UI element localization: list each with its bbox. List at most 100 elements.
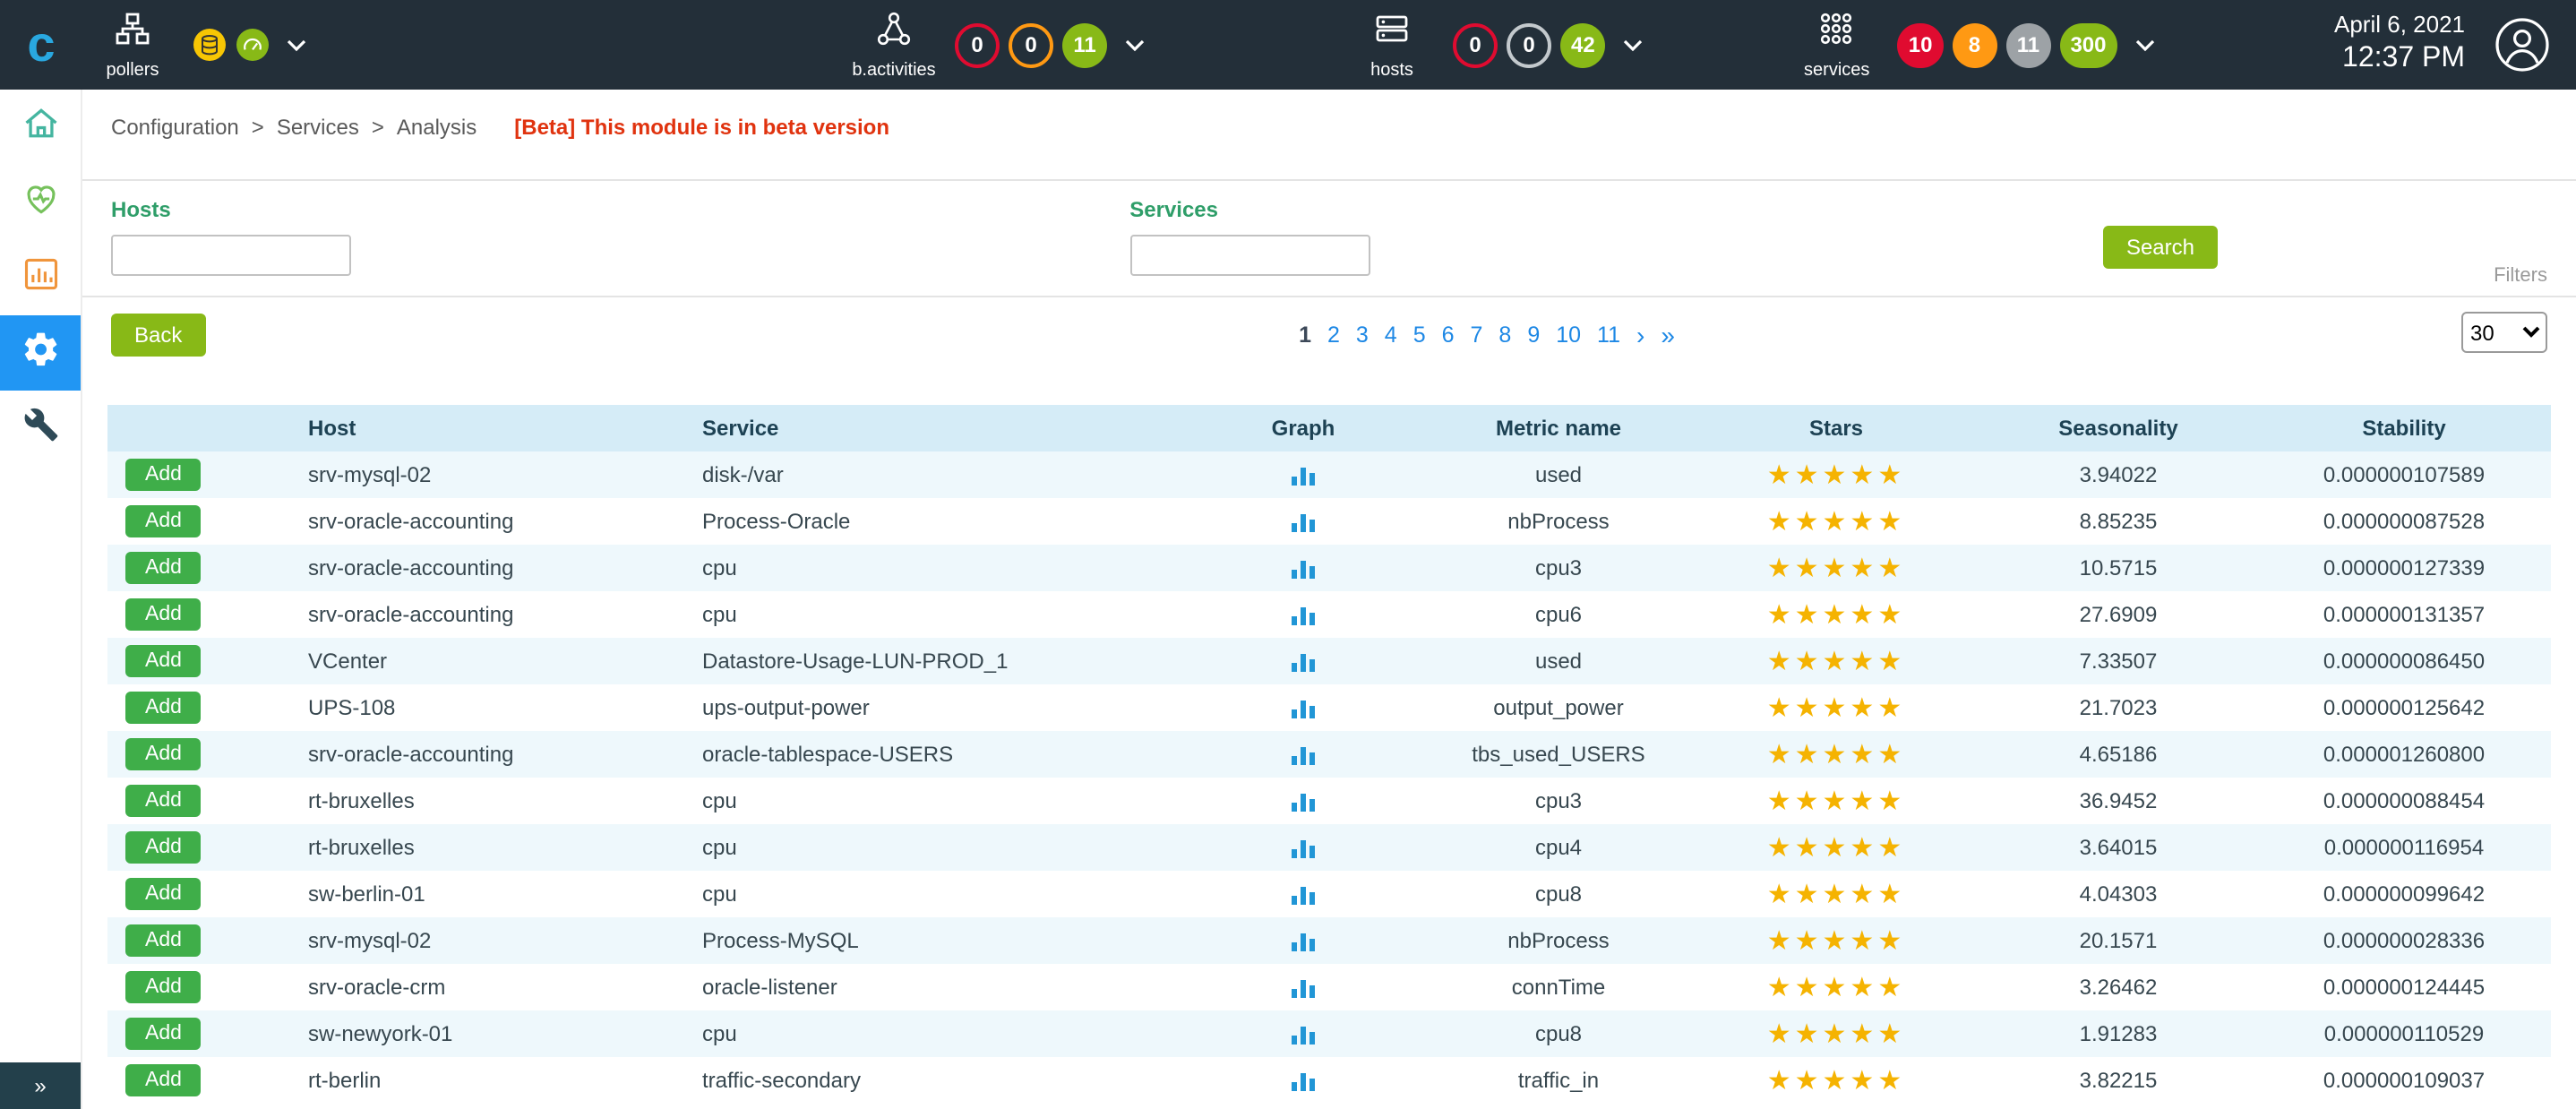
- table-row: Add rt-berlin traffic-secondary traffic_…: [107, 1057, 2551, 1104]
- host-cell: srv-oracle-accounting: [287, 545, 681, 591]
- star-rating: ★★★★★: [1767, 553, 1906, 583]
- seasonality-cell: 27.6909: [1979, 591, 2257, 638]
- graph-icon[interactable]: [1289, 649, 1318, 675]
- pagination-page[interactable]: 11: [1597, 322, 1620, 348]
- pagination-page[interactable]: 6: [1442, 322, 1455, 348]
- chevron-down-icon[interactable]: [1624, 39, 1644, 51]
- graph-icon[interactable]: [1289, 976, 1318, 1001]
- database-status-icon[interactable]: [193, 29, 226, 61]
- status-badge[interactable]: 0: [1507, 22, 1551, 67]
- pagination-last-icon[interactable]: »: [1661, 322, 1675, 348]
- status-badge[interactable]: 42: [1560, 22, 1606, 67]
- latency-gauge-icon[interactable]: [236, 29, 269, 61]
- business-activities-group[interactable]: b.activities 0011: [844, 10, 1145, 80]
- status-badge[interactable]: 300: [2059, 22, 2117, 67]
- graph-icon[interactable]: [1289, 836, 1318, 861]
- sidebar-collapse-button[interactable]: »: [0, 1062, 81, 1109]
- add-button[interactable]: Add: [125, 924, 202, 957]
- add-button[interactable]: Add: [125, 552, 202, 584]
- chevron-down-icon[interactable]: [1125, 39, 1145, 51]
- status-badge[interactable]: 0: [1009, 22, 1053, 67]
- host-cell: srv-mysql-02: [287, 451, 681, 498]
- add-button[interactable]: Add: [125, 459, 202, 491]
- graph-icon[interactable]: [1289, 510, 1318, 535]
- services-filter: Services: [1129, 197, 1370, 276]
- service-cell: oracle-tablespace-USERS: [681, 731, 1182, 778]
- graph-icon[interactable]: [1289, 603, 1318, 628]
- stability-cell: 0.000000116954: [2257, 824, 2551, 871]
- chevron-down-icon[interactable]: [287, 39, 306, 51]
- status-badge[interactable]: 11: [1062, 22, 1107, 67]
- hosts-group[interactable]: hosts 0042: [1342, 10, 1644, 80]
- page-size-select[interactable]: 30: [2461, 312, 2547, 353]
- add-button[interactable]: Add: [125, 1018, 202, 1050]
- chevron-down-icon[interactable]: [2135, 39, 2155, 51]
- sidebar-item-home[interactable]: [0, 90, 81, 165]
- sidebar-item-administration[interactable]: [0, 391, 81, 466]
- add-button[interactable]: Add: [125, 831, 202, 864]
- column-header-service: Service: [681, 405, 1182, 451]
- breadcrumb-services[interactable]: Services: [277, 115, 359, 140]
- sidebar-item-reporting[interactable]: [0, 240, 81, 315]
- host-cell: srv-oracle-crm: [287, 964, 681, 1010]
- status-badge[interactable]: 0: [1453, 22, 1498, 67]
- graph-icon[interactable]: [1289, 789, 1318, 814]
- stars-cell: ★★★★★: [1693, 778, 1979, 824]
- pollers-group[interactable]: pollers: [82, 10, 306, 80]
- pagination-page[interactable]: 3: [1356, 322, 1369, 348]
- stability-cell: 0.000000124445: [2257, 964, 2551, 1010]
- graph-icon[interactable]: [1289, 696, 1318, 721]
- breadcrumb-analysis[interactable]: Analysis: [397, 115, 477, 140]
- hosts-filter-input[interactable]: [111, 235, 351, 276]
- services-group[interactable]: services 10811300: [1787, 10, 2155, 80]
- status-badge[interactable]: 11: [2005, 22, 2050, 67]
- breadcrumb-configuration[interactable]: Configuration: [111, 115, 239, 140]
- status-badge[interactable]: 10: [1898, 22, 1944, 67]
- monitoring-icon: [21, 178, 60, 227]
- pagination-page[interactable]: 2: [1327, 322, 1340, 348]
- stability-cell: 0.000000109037: [2257, 1057, 2551, 1104]
- table-row: Add sw-berlin-01 cpu cpu8 ★★★★★ 4.04303 …: [107, 871, 2551, 917]
- pagination-page[interactable]: 9: [1527, 322, 1540, 348]
- filters-toggle[interactable]: Filters: [2494, 265, 2547, 287]
- pagination-page[interactable]: 5: [1413, 322, 1426, 348]
- graph-icon[interactable]: [1289, 882, 1318, 907]
- graph-icon[interactable]: [1289, 556, 1318, 581]
- add-button[interactable]: Add: [125, 505, 202, 537]
- service-cell: oracle-listener: [681, 964, 1182, 1010]
- search-button[interactable]: Search: [2103, 226, 2218, 269]
- sidebar-item-configuration[interactable]: [0, 315, 81, 391]
- services-filter-input[interactable]: [1129, 235, 1370, 276]
- graph-icon[interactable]: [1289, 1022, 1318, 1047]
- graph-cell: [1182, 1057, 1424, 1104]
- add-button[interactable]: Add: [125, 738, 202, 770]
- user-avatar-icon[interactable]: [2494, 16, 2551, 73]
- back-button[interactable]: Back: [111, 314, 205, 357]
- business-activities-label: b.activities: [852, 60, 935, 80]
- add-button[interactable]: Add: [125, 645, 202, 677]
- add-button[interactable]: Add: [125, 971, 202, 1003]
- gear-icon: [21, 329, 60, 377]
- graph-icon[interactable]: [1289, 743, 1318, 768]
- sidebar-item-monitoring[interactable]: [0, 165, 81, 240]
- graph-icon[interactable]: [1289, 1069, 1318, 1094]
- graph-icon[interactable]: [1289, 929, 1318, 954]
- pagination-page[interactable]: 10: [1556, 322, 1581, 348]
- status-badge[interactable]: 0: [955, 22, 1000, 67]
- add-button[interactable]: Add: [125, 785, 202, 817]
- status-badge[interactable]: 8: [1952, 22, 1996, 67]
- pagination-page[interactable]: 4: [1385, 322, 1397, 348]
- pagination-next-icon[interactable]: ›: [1636, 322, 1644, 348]
- add-button[interactable]: Add: [125, 692, 202, 724]
- graph-icon[interactable]: [1289, 463, 1318, 488]
- add-button[interactable]: Add: [125, 1064, 202, 1096]
- host-cell: rt-bruxelles: [287, 778, 681, 824]
- host-cell: VCenter: [287, 638, 681, 684]
- pagination-page-current[interactable]: 1: [1299, 322, 1311, 348]
- add-button[interactable]: Add: [125, 878, 202, 910]
- pagination-page[interactable]: 7: [1471, 322, 1483, 348]
- pagination-page[interactable]: 8: [1498, 322, 1511, 348]
- add-button[interactable]: Add: [125, 598, 202, 631]
- beta-notice: [Beta] This module is in beta version: [514, 115, 889, 140]
- centreon-logo[interactable]: c: [0, 0, 82, 90]
